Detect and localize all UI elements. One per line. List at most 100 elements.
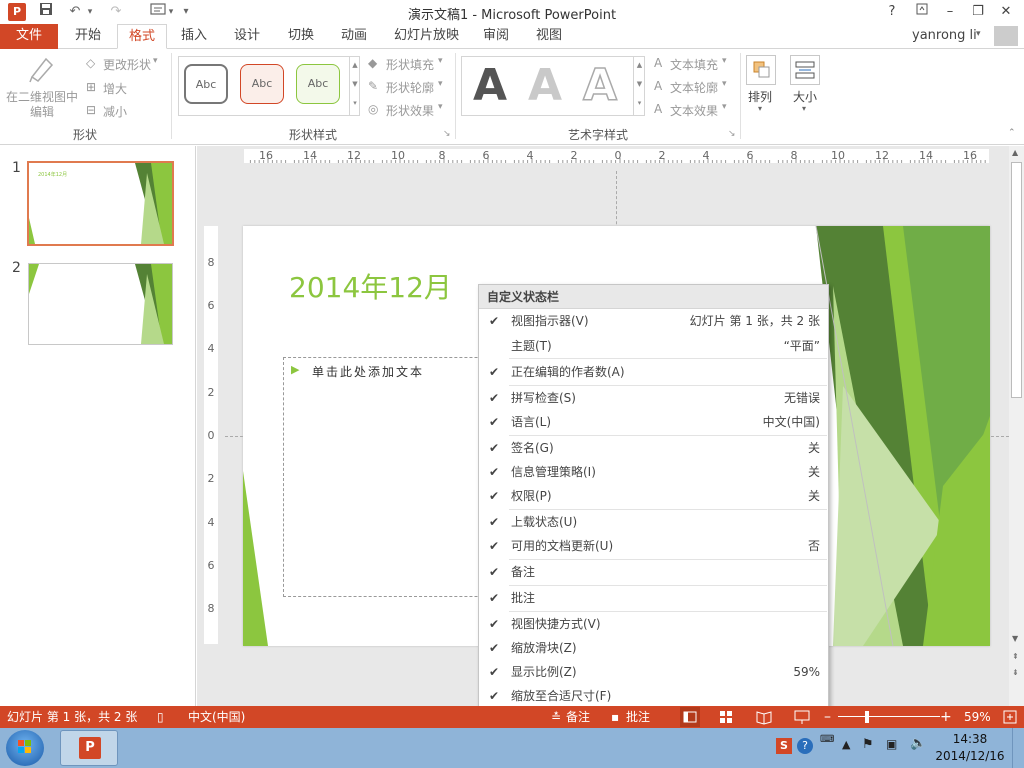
tab-view[interactable]: 视图 bbox=[525, 24, 573, 49]
action-center-icon[interactable]: ⚑ bbox=[862, 737, 874, 752]
grow-button[interactable]: 增大 bbox=[103, 80, 127, 97]
show-desktop-button[interactable] bbox=[1012, 728, 1024, 768]
text-fill-dropdown-icon[interactable]: ▾ bbox=[722, 56, 727, 66]
fit-slide-button[interactable] bbox=[1002, 709, 1018, 725]
edit-in-2d-button[interactable]: 在二维视图中编辑 bbox=[4, 90, 80, 120]
menu-item-language[interactable]: ✔ 语言(L) 中文(中国) bbox=[479, 410, 828, 434]
zoom-slider[interactable] bbox=[838, 716, 940, 717]
show-hidden-icons[interactable]: ▲ bbox=[842, 738, 850, 751]
slideshow-button[interactable] bbox=[792, 707, 812, 727]
tab-format[interactable]: 格式 bbox=[117, 24, 168, 49]
change-shape-button[interactable]: 更改形状 bbox=[103, 56, 151, 73]
zoom-level[interactable]: 59% bbox=[964, 706, 991, 728]
restore-button[interactable]: ❐ bbox=[966, 2, 990, 22]
shape-fill-button[interactable]: 形状填充 bbox=[386, 56, 434, 73]
minimize-button[interactable]: – bbox=[938, 2, 962, 22]
text-effects-dropdown-icon[interactable]: ▾ bbox=[722, 102, 727, 112]
wordart-style-3[interactable]: A bbox=[575, 58, 625, 114]
text-fill-button[interactable]: 文本填充 bbox=[670, 56, 718, 73]
slide-thumbnail-1[interactable]: 2014年12月 bbox=[27, 161, 174, 246]
menu-item-author-count[interactable]: ✔ 正在编辑的作者数(A) bbox=[479, 360, 828, 384]
menu-item-view-shortcuts[interactable]: ✔ 视图快捷方式(V) bbox=[479, 612, 828, 636]
next-slide-icon[interactable]: ⇟ bbox=[1012, 668, 1019, 677]
scroll-down-arrow[interactable]: ▼ bbox=[1012, 634, 1018, 643]
menu-item-comments[interactable]: ✔ 批注 bbox=[479, 586, 828, 610]
menu-item-theme[interactable]: 主题(T) “平面” bbox=[479, 334, 828, 358]
tab-insert[interactable]: 插入 bbox=[170, 24, 218, 49]
slide-thumbnail-2[interactable] bbox=[28, 263, 173, 345]
user-name[interactable]: yanrong li bbox=[912, 28, 977, 43]
size-dropdown-icon[interactable]: ▾ bbox=[802, 104, 806, 113]
menu-item-notes[interactable]: ✔ 备注 bbox=[479, 560, 828, 584]
arrange-button[interactable]: 排列 bbox=[748, 88, 772, 105]
shape-outline-dropdown-icon[interactable]: ▾ bbox=[438, 79, 443, 89]
wordart-scroll[interactable]: ▲ ▼ ▾ bbox=[633, 56, 645, 116]
shrink-button[interactable]: 减小 bbox=[103, 103, 127, 120]
menu-item-zoom-slider[interactable]: ✔ 缩放滑块(Z) bbox=[479, 636, 828, 660]
text-effects-button[interactable]: 文本效果 bbox=[670, 102, 718, 119]
wordart-style-1[interactable]: A bbox=[465, 58, 515, 114]
tab-review[interactable]: 审阅 bbox=[472, 24, 520, 49]
shape-styles-launcher-icon[interactable]: ↘ bbox=[443, 129, 451, 139]
spell-check-icon[interactable]: ▯ bbox=[157, 706, 164, 728]
menu-item-zoom-to-fit[interactable]: ✔ 缩放至合适尺寸(F) bbox=[479, 684, 828, 708]
previous-slide-icon[interactable]: ⇞ bbox=[1012, 652, 1019, 661]
change-shape-dropdown-icon[interactable]: ▾ bbox=[153, 56, 158, 66]
taskbar-powerpoint-button[interactable]: P bbox=[60, 730, 118, 766]
shape-outline-button[interactable]: 形状轮廓 bbox=[386, 79, 434, 96]
menu-item-upload-status[interactable]: ✔ 上载状态(U) bbox=[479, 510, 828, 534]
normal-view-button[interactable] bbox=[680, 707, 700, 727]
avatar[interactable] bbox=[994, 26, 1018, 46]
ribbon-display-options-button[interactable] bbox=[910, 2, 934, 22]
menu-item-zoom[interactable]: ✔ 显示比例(Z) 59% bbox=[479, 660, 828, 684]
comments-button[interactable]: 批注 bbox=[626, 706, 650, 728]
tab-file[interactable]: 文件 bbox=[0, 24, 59, 49]
menu-item-permissions[interactable]: ✔ 权限(P) 关 bbox=[479, 484, 828, 508]
scroll-thumb[interactable] bbox=[1011, 162, 1022, 398]
close-button[interactable]: ✕ bbox=[994, 2, 1018, 22]
shape-fill-dropdown-icon[interactable]: ▾ bbox=[438, 56, 443, 66]
tab-slideshow[interactable]: 幻灯片放映 bbox=[383, 24, 470, 49]
zoom-slider-thumb[interactable] bbox=[865, 711, 869, 723]
slide-indicator[interactable]: 幻灯片 第 1 张，共 2 张 bbox=[7, 706, 137, 728]
shape-style-1[interactable]: Abc bbox=[184, 64, 228, 104]
clock-date[interactable]: 2014/12/16 bbox=[934, 749, 1006, 763]
notes-button[interactable]: 备注 bbox=[566, 706, 590, 728]
help-tray-icon[interactable]: ? bbox=[797, 738, 813, 754]
tab-design[interactable]: 设计 bbox=[223, 24, 271, 49]
user-dropdown-icon[interactable]: ▾ bbox=[976, 29, 981, 39]
menu-item-document-updates[interactable]: ✔ 可用的文档更新(U) 否 bbox=[479, 534, 828, 558]
menu-item-information-policy[interactable]: ✔ 信息管理策略(I) 关 bbox=[479, 460, 828, 484]
slide-title[interactable]: 2014年12月 bbox=[289, 266, 452, 306]
text-outline-button[interactable]: 文本轮廓 bbox=[670, 79, 718, 96]
tab-transitions[interactable]: 切换 bbox=[277, 24, 325, 49]
shape-style-3[interactable]: Abc bbox=[296, 64, 340, 104]
menu-item-spell-check[interactable]: ✔ 拼写检查(S) 无错误 bbox=[479, 386, 828, 410]
shape-effects-dropdown-icon[interactable]: ▾ bbox=[438, 102, 443, 112]
wordart-launcher-icon[interactable]: ↘ bbox=[728, 129, 736, 139]
collapse-ribbon-icon[interactable]: ⌃ bbox=[1008, 128, 1016, 138]
shape-effects-button[interactable]: 形状效果 bbox=[386, 102, 434, 119]
slide-sorter-view-button[interactable] bbox=[716, 707, 736, 727]
vertical-scrollbar[interactable]: ▲ ▼ ⇞ ⇟ bbox=[1009, 146, 1024, 706]
volume-icon[interactable]: 🔈 bbox=[910, 736, 926, 751]
text-outline-dropdown-icon[interactable]: ▾ bbox=[722, 79, 727, 89]
zoom-out-button[interactable]: – bbox=[824, 706, 831, 728]
network-icon[interactable]: ▣ bbox=[886, 737, 897, 751]
menu-item-view-indicator[interactable]: ✔ 视图指示器(V) 幻灯片 第 1 张，共 2 张 bbox=[479, 309, 828, 333]
wordart-style-2[interactable]: A bbox=[520, 58, 570, 114]
help-button[interactable]: ? bbox=[880, 2, 904, 22]
zoom-in-button[interactable]: + bbox=[940, 706, 952, 728]
start-button[interactable] bbox=[6, 730, 44, 766]
ime-icon[interactable]: S bbox=[776, 738, 792, 754]
menu-item-signatures[interactable]: ✔ 签名(G) 关 bbox=[479, 436, 828, 460]
shape-styles-scroll[interactable]: ▲ ▼ ▾ bbox=[349, 56, 360, 116]
shape-style-2[interactable]: Abc bbox=[240, 64, 284, 104]
size-button[interactable]: 大小 bbox=[793, 88, 817, 105]
tab-animations[interactable]: 动画 bbox=[330, 24, 378, 49]
clock-time[interactable]: 14:38 bbox=[940, 732, 1000, 746]
tab-home[interactable]: 开始 bbox=[64, 24, 112, 49]
scroll-up-arrow[interactable]: ▲ bbox=[1012, 148, 1018, 157]
tray-keyboard-icon[interactable]: ⌨ bbox=[820, 734, 834, 745]
reading-view-button[interactable] bbox=[754, 707, 774, 727]
